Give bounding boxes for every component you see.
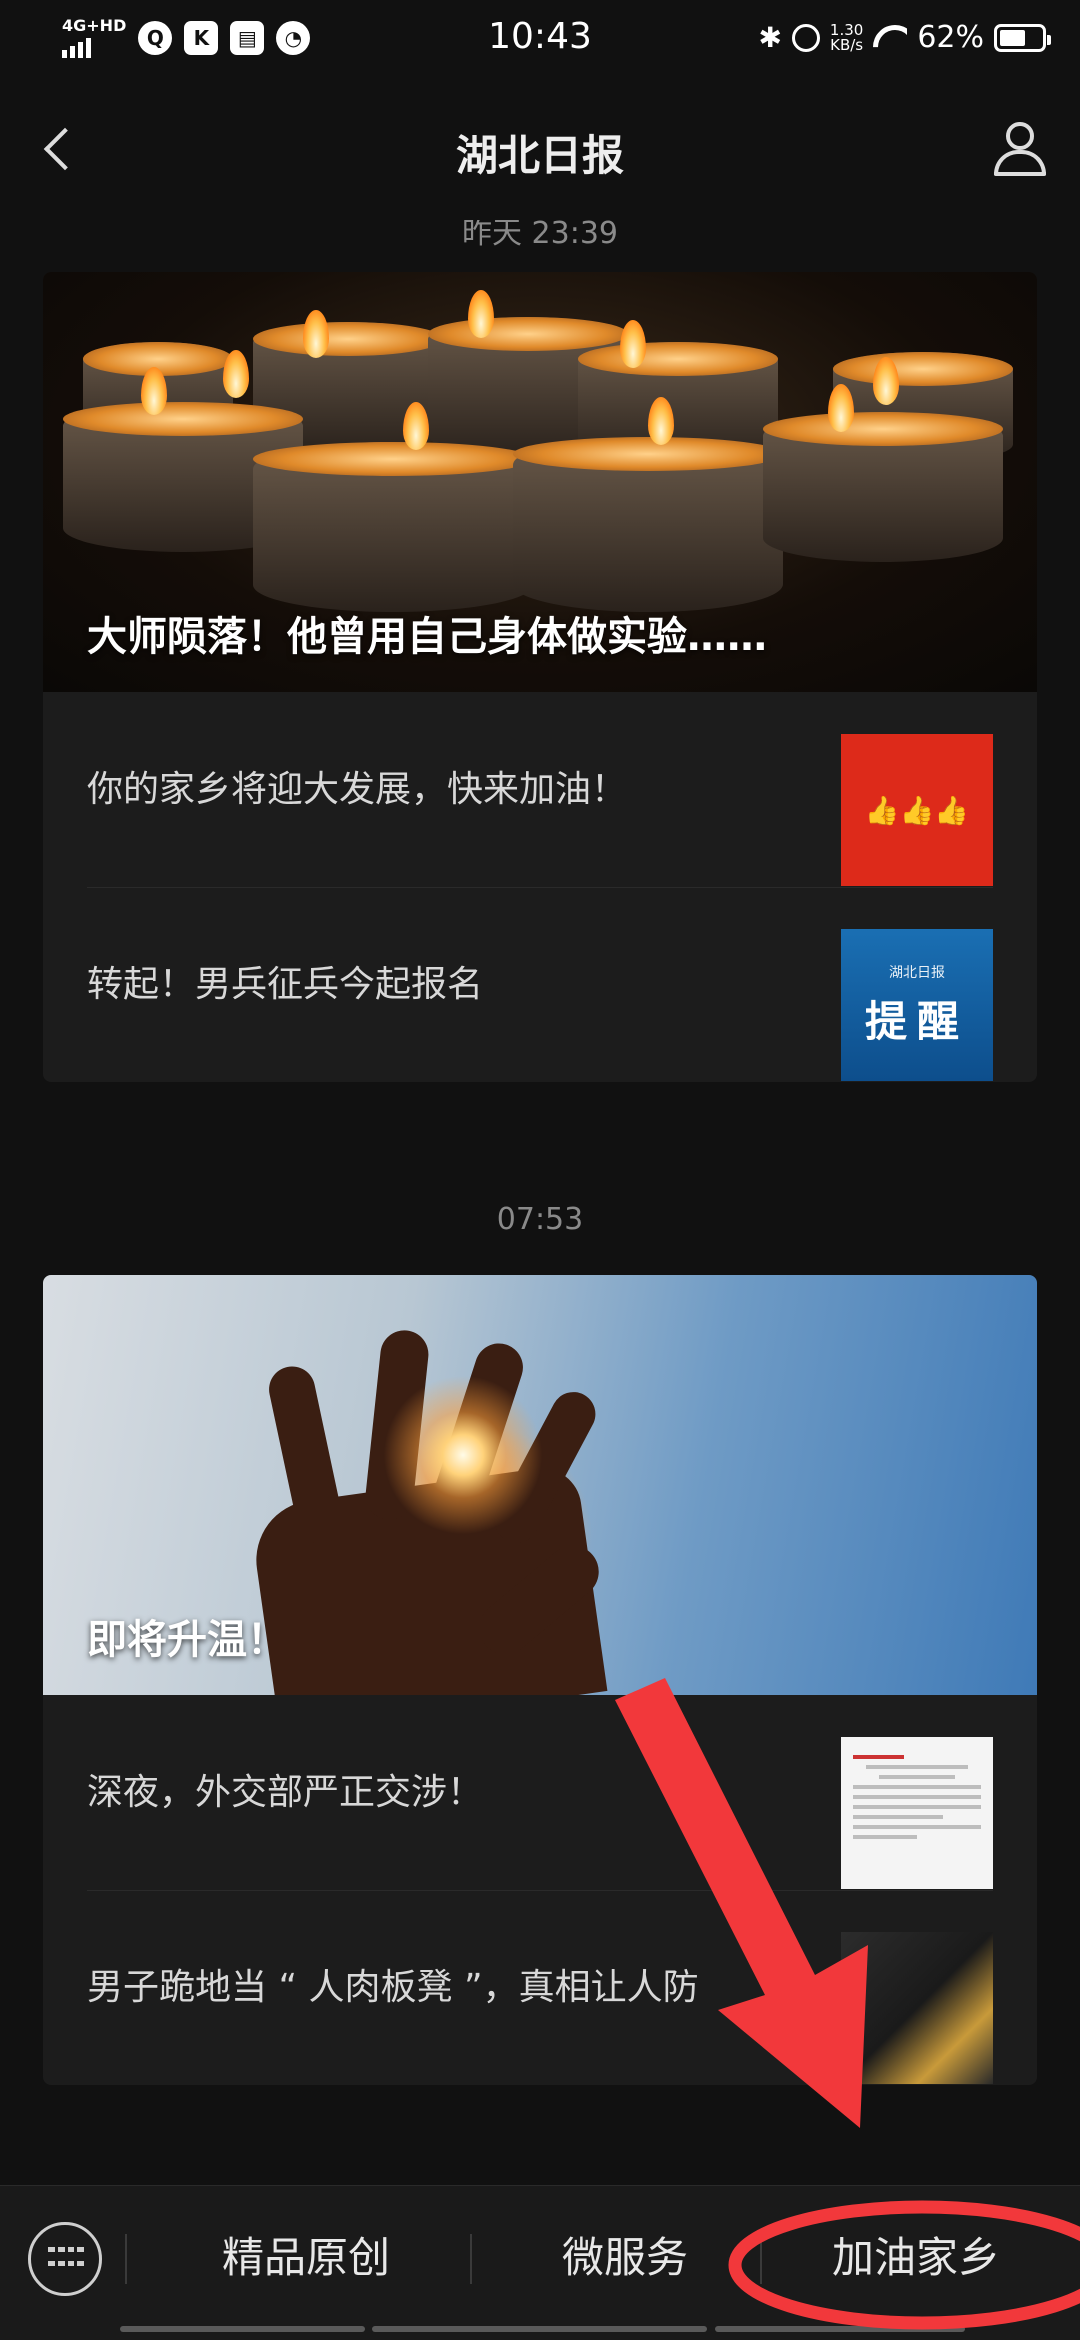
menu-tab-original[interactable]: 精品原创 xyxy=(222,2224,390,2285)
menu-divider xyxy=(470,2234,472,2284)
article-title: 深夜，外交部严正交涉！ xyxy=(87,1771,484,1813)
candle xyxy=(763,412,1003,562)
candle xyxy=(513,437,783,612)
wifi-icon xyxy=(873,25,907,51)
menu-tab-services[interactable]: 微服务 xyxy=(562,2224,688,2285)
message-feed[interactable]: 昨天 23:39 大师陨落！他曾用自己身体做实验…… 你的家乡将迎大发展，快来加… xyxy=(0,220,1080,2185)
page-title: 湖北日报 xyxy=(455,131,624,180)
home-indicator xyxy=(715,2326,965,2332)
home-indicator xyxy=(120,2326,365,2332)
navigation-bar: 湖北日报 xyxy=(0,80,1080,220)
timestamp-label: 昨天 23:39 xyxy=(462,220,618,251)
profile-head-icon xyxy=(1006,122,1034,150)
keyboard-toggle-button[interactable] xyxy=(28,2222,102,2296)
article-title: 男子跪地当 “ 人肉板凳 ”，真相让人防 xyxy=(87,1966,699,2008)
sun-flare xyxy=(383,1375,543,1535)
status-bar: 4G+HD Q K ▤ ◔ 10:43 ✱ 1.30 KB/s 62% xyxy=(0,0,1080,80)
battery-percent: 62% xyxy=(917,20,984,55)
thumbnail-brand: 湖北日报 xyxy=(889,964,945,981)
article-title: 转起！男兵征兵今起报名 xyxy=(87,963,484,1005)
battery-fill xyxy=(1000,29,1025,46)
bottom-menu: 精品原创 微服务 加油家乡 xyxy=(0,2185,1080,2340)
menu-divider xyxy=(125,2234,127,2284)
bluetooth-icon: ✱ xyxy=(758,21,782,54)
article-thumbnail xyxy=(841,1932,993,2084)
hero-title: 即将升温！ xyxy=(87,1617,287,1663)
article-title: 你的家乡将迎大发展，快来加油！ xyxy=(87,768,628,810)
article-thumbnail: 湖北日报 提醒 xyxy=(841,929,993,1081)
profile-button[interactable] xyxy=(990,120,1050,180)
article-list-item[interactable]: 男子跪地当 “ 人肉板凳 ”，真相让人防 xyxy=(43,1890,1037,2085)
thumbnail-text: 提醒 xyxy=(864,996,969,1046)
article-list-item[interactable]: 你的家乡将迎大发展，快来加油！ 👍👍👍 xyxy=(43,692,1037,887)
alarm-icon xyxy=(791,23,820,52)
article-card: 大师陨落！他曾用自己身体做实验…… 你的家乡将迎大发展，快来加油！ 👍👍👍 转起… xyxy=(43,272,1037,1082)
home-indicator xyxy=(372,2326,707,2332)
network-speed: 1.30 KB/s xyxy=(830,22,864,54)
article-card: 即将升温！ 深夜，外交部严正交涉！ 男子跪地当 “ 人肉板凳 ”，真相让人防 xyxy=(43,1275,1037,2085)
status-right: ✱ 1.30 KB/s 62% xyxy=(758,20,1051,55)
battery-icon xyxy=(994,23,1051,52)
menu-tab-hometown[interactable]: 加油家乡 xyxy=(832,2224,1000,2285)
hero-article[interactable]: 大师陨落！他曾用自己身体做实验…… xyxy=(43,272,1037,692)
hero-title: 大师陨落！他曾用自己身体做实验…… xyxy=(87,614,767,660)
article-thumbnail: 👍👍👍 xyxy=(841,734,993,886)
speed-unit: KB/s xyxy=(830,35,864,54)
timestamp-label: 07:53 xyxy=(496,1202,584,1237)
article-list-item[interactable]: 深夜，外交部严正交涉！ xyxy=(43,1695,1037,1890)
article-thumbnail xyxy=(841,1737,993,1889)
hero-article[interactable]: 即将升温！ xyxy=(43,1275,1037,1695)
profile-body-icon xyxy=(994,150,1046,176)
keyboard-icon xyxy=(48,2247,84,2271)
article-list-item[interactable]: 转起！男兵征兵今起报名 湖北日报 提醒 xyxy=(43,887,1037,1082)
menu-divider xyxy=(760,2234,762,2284)
thumbs-up-icon: 👍👍👍 xyxy=(864,793,970,827)
candle xyxy=(253,442,533,612)
